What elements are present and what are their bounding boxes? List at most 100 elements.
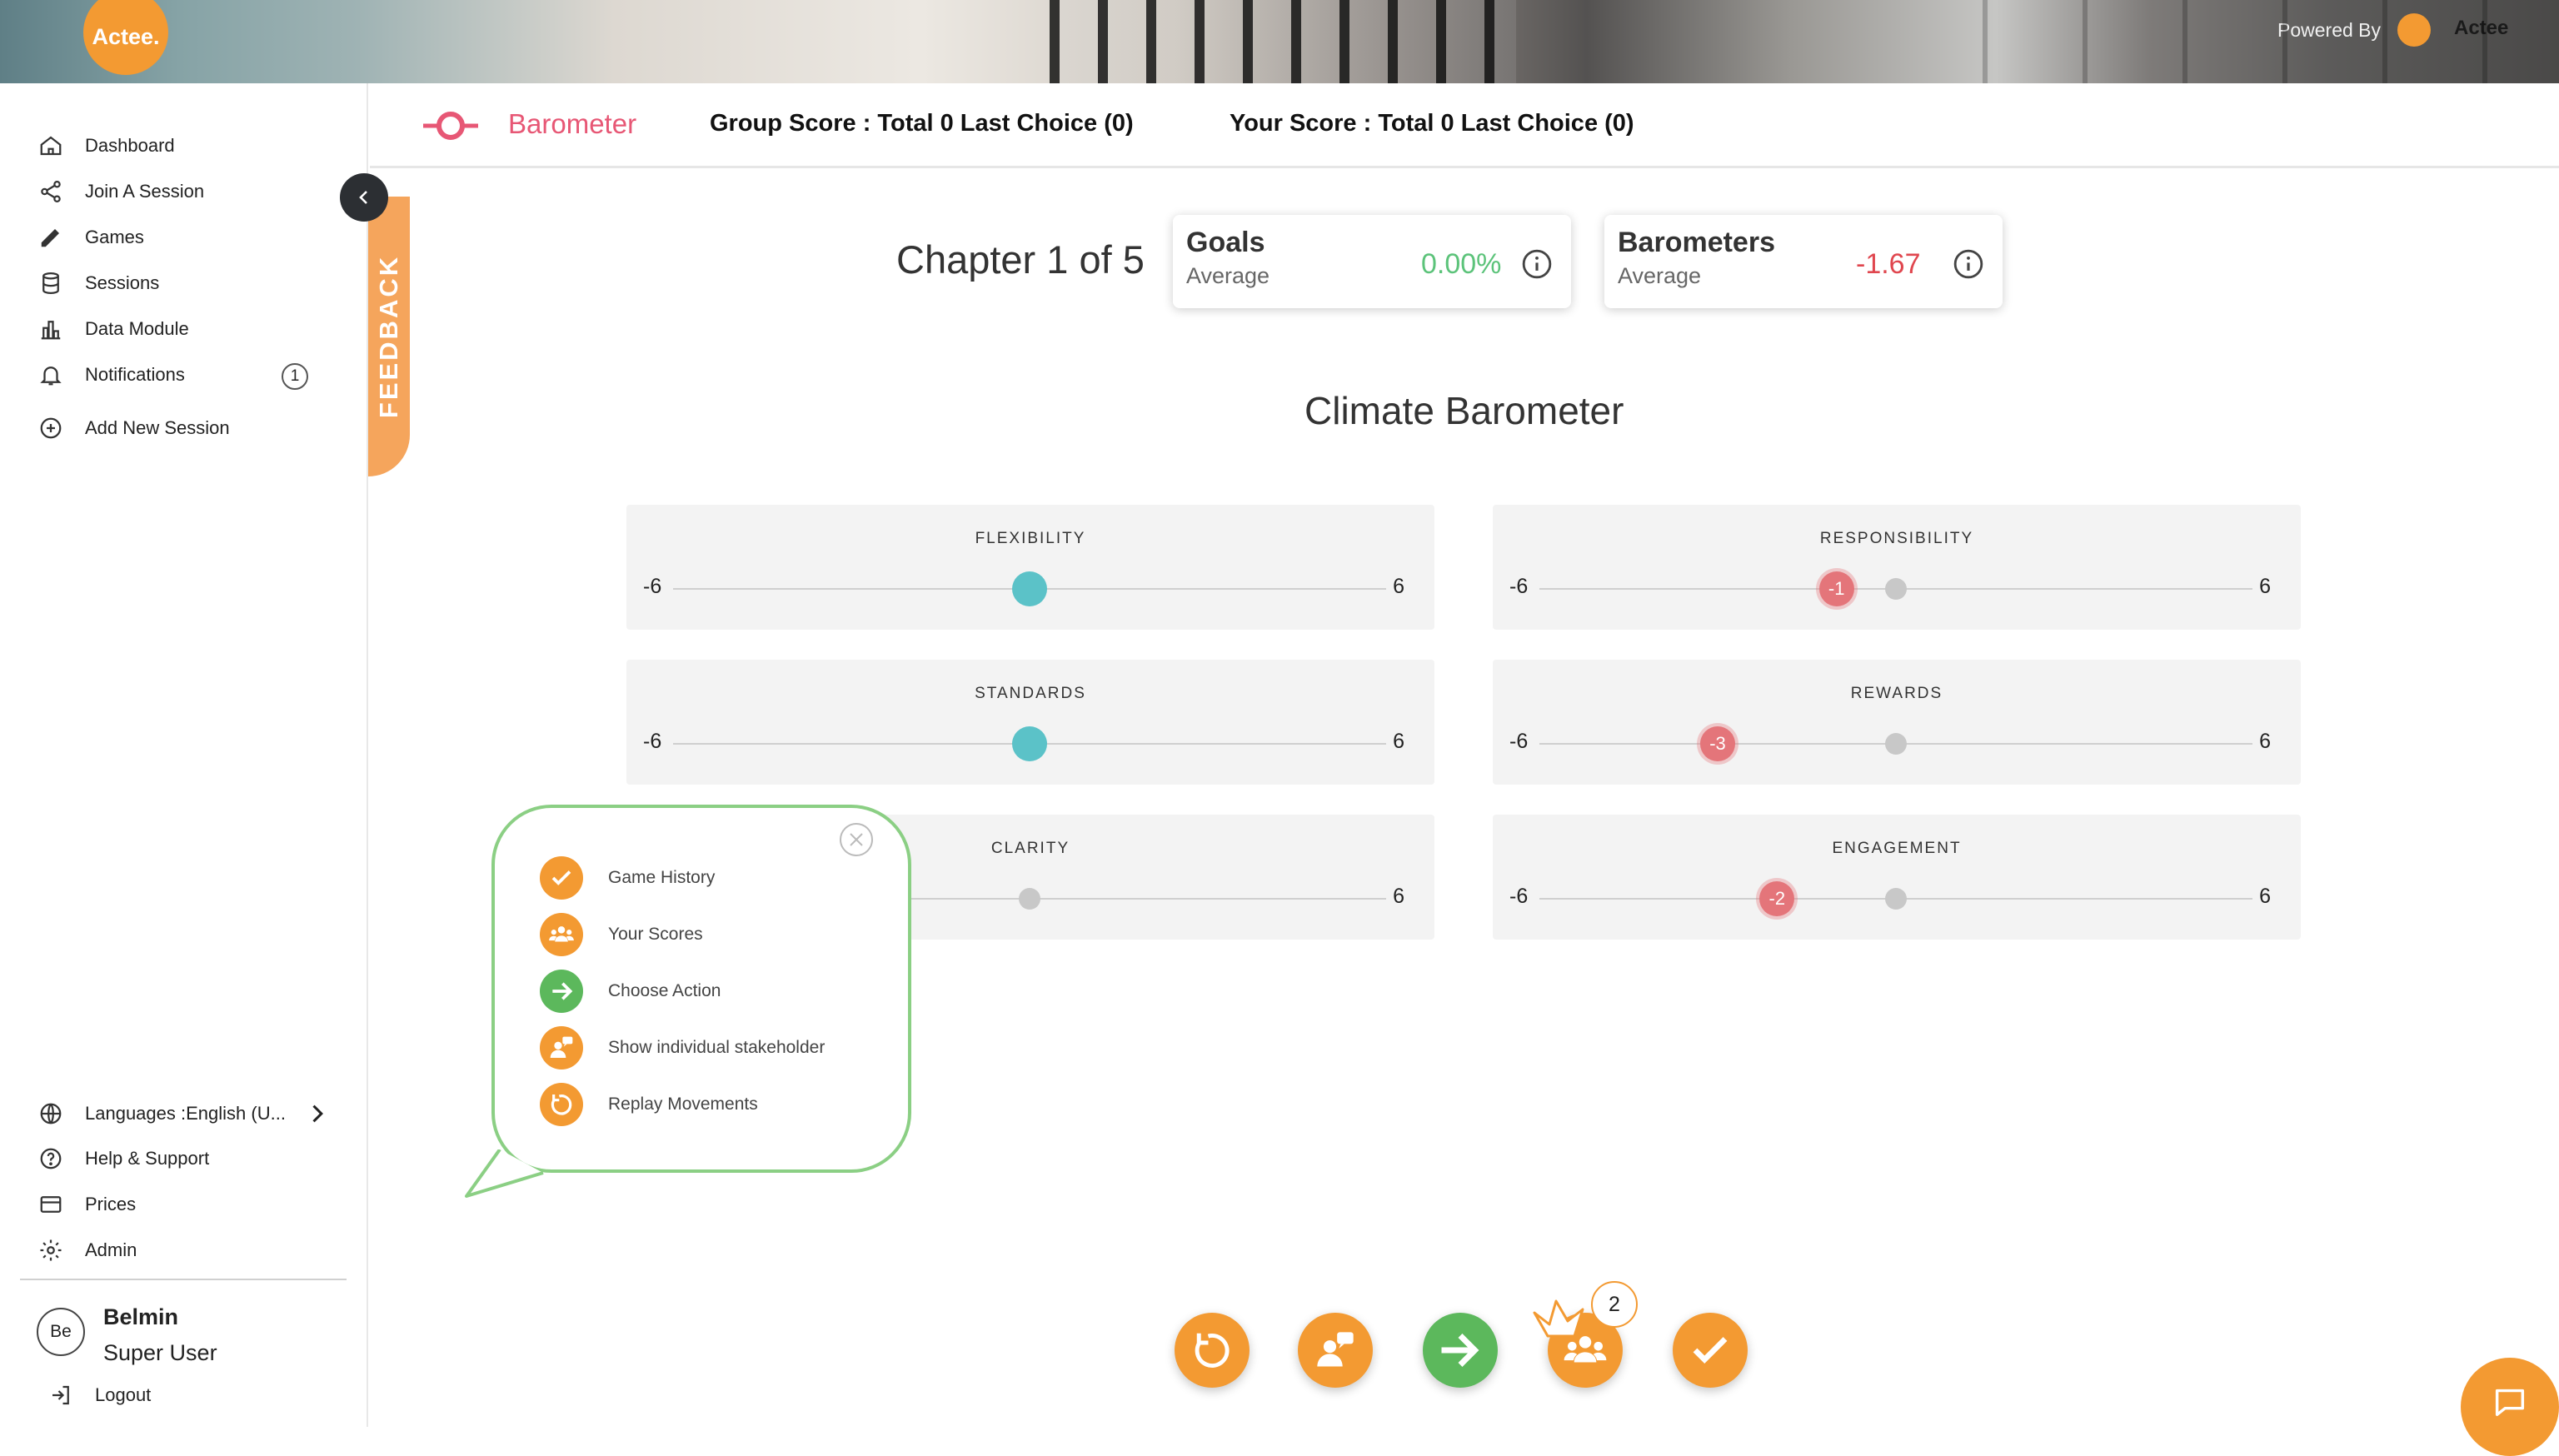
popup-tail: [465, 1149, 544, 1198]
close-icon[interactable]: [838, 821, 875, 858]
show-stakeholder-button[interactable]: [1298, 1313, 1373, 1388]
slider-knob[interactable]: -1: [1818, 571, 1854, 606]
popup-item-label: Your Scores: [608, 925, 703, 944]
choose-action-button[interactable]: [1423, 1313, 1498, 1388]
slider-responsibility: RESPONSIBILITY -6 6 -1: [1493, 505, 2301, 630]
sidebar-item-label: Prices: [85, 1194, 137, 1214]
slider-label: RESPONSIBILITY: [1819, 530, 1974, 547]
slider-label: FLEXIBILITY: [975, 530, 1086, 547]
database-icon: [42, 272, 59, 295]
top-banner: Actee. Powered By Actee: [0, 0, 2559, 83]
sidebar-item-label: Join A Session: [85, 181, 205, 202]
chevron-left-icon: [359, 191, 367, 204]
info-icon[interactable]: [1521, 248, 1553, 280]
avatar[interactable]: Be: [37, 1308, 85, 1356]
slider-knob[interactable]: -2: [1759, 881, 1795, 916]
sidebar-item-label: Add New Session: [85, 417, 230, 438]
card-icon: [40, 1196, 62, 1213]
slider-knob[interactable]: [1012, 726, 1047, 761]
sidebar-item-label: Data Module: [85, 318, 189, 339]
popup-item-your-scores: Your Scores: [540, 913, 703, 956]
popup-item-label: Replay Movements: [608, 1094, 758, 1114]
sidebar-item-games[interactable]: Games: [38, 225, 144, 250]
group-average-marker: [1885, 733, 1907, 755]
slider-label: STANDARDS: [975, 685, 1086, 702]
slider-rewards: REWARDS -6 6 -3: [1493, 660, 2301, 785]
gear-icon: [40, 1239, 62, 1261]
slider-knob[interactable]: -3: [1700, 726, 1735, 761]
game-history-button[interactable]: [1673, 1313, 1748, 1388]
slider-max: 6: [1393, 575, 1404, 598]
sidebar-item-admin[interactable]: Admin: [38, 1238, 137, 1263]
scores-count-badge: 2: [1591, 1281, 1638, 1328]
collapse-sidebar-button[interactable]: [340, 173, 388, 222]
user-name: Belmin: [103, 1304, 179, 1329]
goals-average-card: Goals Average 0.00%: [1173, 215, 1571, 308]
check-icon: [540, 856, 583, 900]
pencil-icon: [41, 229, 59, 247]
slider-min: -6: [1509, 885, 1529, 908]
arrow-right-icon: [1441, 1334, 1479, 1367]
help-icon: [40, 1148, 62, 1169]
popup-item-label: Choose Action: [608, 981, 721, 1000]
group-average-marker: [1019, 888, 1040, 910]
sidebar-item-label: Admin: [85, 1239, 137, 1260]
user-role: Super User: [103, 1340, 217, 1365]
notifications-count-badge: 1: [282, 363, 308, 390]
group-average-marker: [1885, 888, 1907, 910]
slider-max: 6: [2259, 575, 2271, 598]
sidebar-item-add-session[interactable]: Add New Session: [38, 416, 230, 441]
sidebar-item-join-session[interactable]: Join A Session: [38, 179, 204, 204]
chevron-right-icon[interactable]: [305, 1102, 328, 1125]
brand-dot-icon: [2397, 13, 2431, 47]
chapter-indicator: Chapter 1 of 5: [896, 237, 1145, 282]
plus-circle-icon: [40, 417, 62, 439]
home-icon: [40, 136, 62, 156]
popup-item-game-history: Game History: [540, 856, 715, 900]
popup-item-stakeholder: Show individual stakeholder: [540, 1026, 825, 1070]
goals-value: 0.00%: [1421, 248, 1502, 280]
bell-icon: [40, 366, 62, 386]
barometers-value: -1.67: [1856, 248, 1921, 280]
slider-label: ENGAGEMENT: [1832, 840, 1962, 857]
actee-logo[interactable]: Actee.: [83, 0, 168, 75]
sidebar-item-data-module[interactable]: Data Module: [38, 317, 189, 342]
sidebar-item-notifications[interactable]: Notifications: [38, 362, 185, 387]
stakeholder-icon: [1317, 1332, 1354, 1367]
replay-icon: [1195, 1333, 1230, 1368]
sidebar-item-dashboard[interactable]: Dashboard: [38, 133, 175, 158]
sidebar-item-label: Help & Support: [85, 1148, 210, 1169]
sidebar-item-prices[interactable]: Prices: [38, 1192, 136, 1217]
sidebar-item-languages[interactable]: Languages :English (U...: [38, 1101, 286, 1126]
sidebar-item-label: Languages :English (U...: [85, 1103, 286, 1124]
card-title: Goals: [1186, 227, 1265, 258]
slider-max: 6: [2259, 885, 2271, 908]
share-icon: [41, 181, 61, 202]
brand-name: Actee: [2454, 17, 2509, 39]
chat-button[interactable]: [2461, 1358, 2559, 1456]
logout-label: Logout: [95, 1384, 152, 1405]
slider-standards: STANDARDS -6 6: [626, 660, 1434, 785]
sidebar-item-sessions[interactable]: Sessions: [38, 271, 159, 296]
sidebar-item-label: Games: [85, 227, 144, 247]
check-icon: [1693, 1337, 1728, 1364]
globe-icon: [40, 1103, 62, 1124]
group-score: Group Score : Total 0 Last Choice (0): [710, 110, 1134, 137]
barometer-icon: [423, 112, 478, 140]
page-title: Barometer: [508, 108, 637, 139]
replay-movements-button[interactable]: [1175, 1313, 1250, 1388]
sidebar-divider: [20, 1279, 347, 1280]
card-title: Barometers: [1618, 227, 1775, 258]
popup-item-label: Game History: [608, 868, 716, 887]
info-icon[interactable]: [1953, 248, 1984, 280]
feedback-label: FEEDBACK: [374, 254, 403, 419]
slider-knob[interactable]: [1012, 571, 1047, 606]
page-header: Barometer Group Score : Total 0 Last Cho…: [370, 83, 2559, 168]
slider-min: -6: [643, 730, 662, 753]
stakeholder-icon: [540, 1026, 583, 1070]
logout-button[interactable]: Logout: [48, 1383, 151, 1408]
feedback-tab[interactable]: FEEDBACK: [368, 197, 410, 476]
sidebar-item-help[interactable]: Help & Support: [38, 1146, 209, 1171]
sidebar-item-label: Notifications: [85, 364, 185, 385]
group-average-marker: [1885, 578, 1907, 600]
